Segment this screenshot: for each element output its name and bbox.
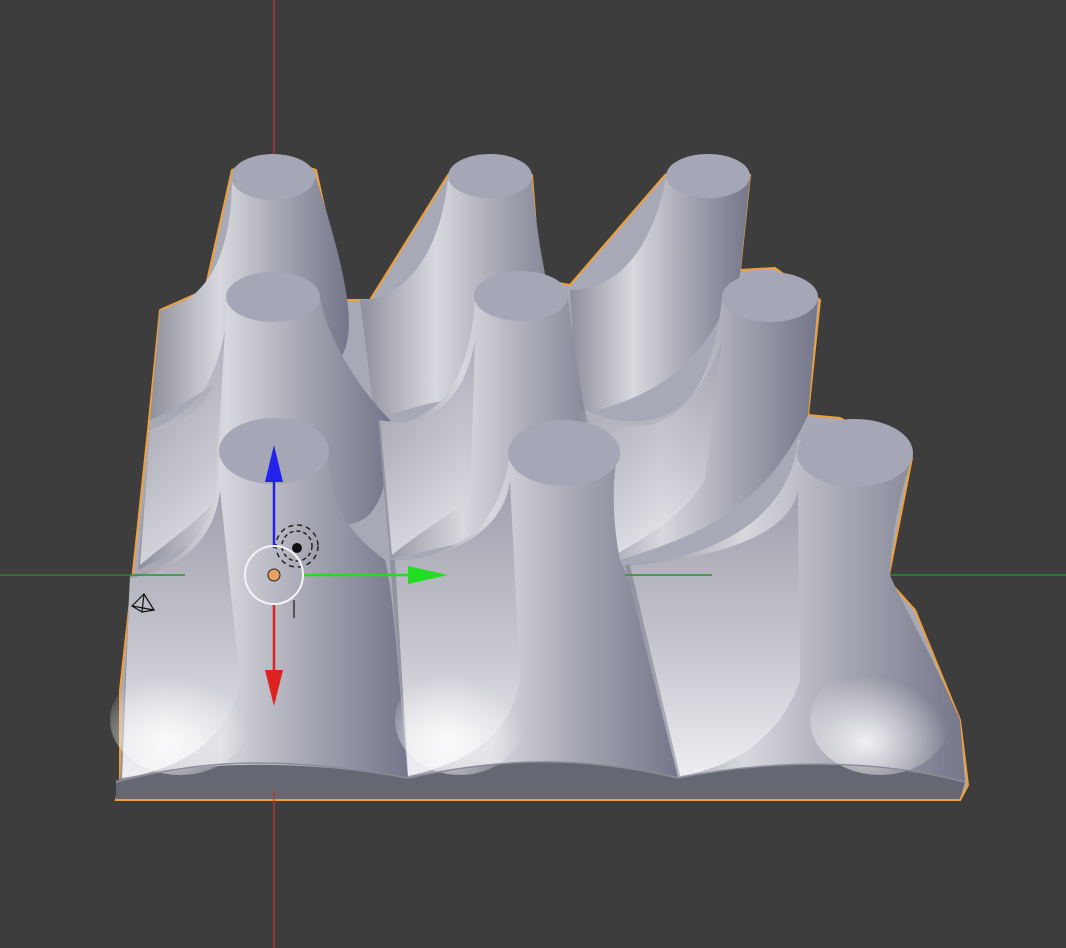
pillar-cap <box>231 154 315 200</box>
mesh-object[interactable] <box>110 153 970 801</box>
pillar-cap <box>666 154 750 198</box>
pillar-cap <box>226 272 320 322</box>
pillar-cap <box>508 420 620 486</box>
base-slab-side <box>116 761 965 800</box>
pillar-cap <box>722 272 818 322</box>
pillar-cap <box>448 154 532 198</box>
object-origin <box>267 568 281 582</box>
pillar-cap <box>474 271 568 321</box>
viewport-canvas[interactable] <box>0 0 1066 948</box>
pillar-cap <box>797 419 913 487</box>
3d-viewport[interactable] <box>0 0 1066 948</box>
